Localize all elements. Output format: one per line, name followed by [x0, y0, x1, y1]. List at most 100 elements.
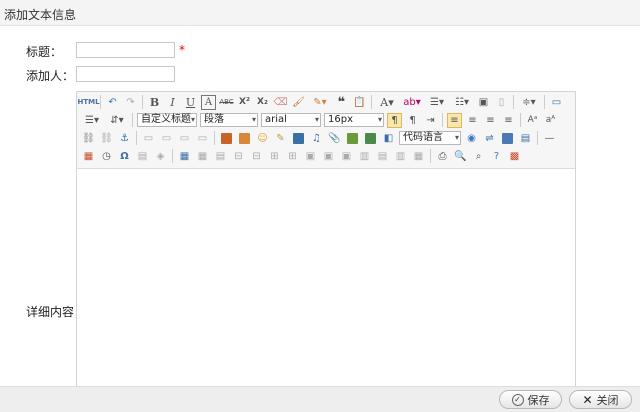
- underline-button[interactable]: U: [183, 95, 198, 110]
- special-chars-button[interactable]: Ω: [117, 149, 132, 164]
- image-icon[interactable]: [219, 131, 234, 146]
- undo-icon[interactable]: ↶: [105, 95, 120, 110]
- code-language-select[interactable]: 代码语言: [399, 131, 461, 145]
- toolbar-separator: [430, 149, 431, 163]
- paste-plain-icon[interactable]: 📋: [352, 95, 367, 110]
- unlink-icon[interactable]: ⛓: [99, 131, 114, 146]
- image-none-icon[interactable]: ▭: [141, 131, 156, 146]
- insert-table-icon[interactable]: ▦: [177, 149, 192, 164]
- multi-image-icon[interactable]: [237, 131, 252, 146]
- row-spacing-top-icon[interactable]: ☰▾: [81, 113, 103, 128]
- paragraph-select[interactable]: 段落: [200, 113, 258, 127]
- italic-button[interactable]: I: [165, 95, 180, 110]
- row-spacing-bottom-icon[interactable]: ⇵▾: [106, 113, 128, 128]
- insert-row-icon[interactable]: ⊟: [231, 149, 246, 164]
- superscript-button[interactable]: X²: [237, 95, 252, 110]
- format-brush-icon[interactable]: 🖌: [291, 95, 306, 110]
- video-icon[interactable]: [291, 131, 306, 146]
- background-icon[interactable]: ▤: [518, 131, 533, 146]
- font-family-select[interactable]: arial: [261, 113, 321, 127]
- strikethrough-button[interactable]: ABC: [219, 95, 234, 110]
- toolbar-row-1: HTML ↶ ↷ B I U A ABC X² X₂ ⌫ 🖌 ✎▾ ❝ 📋 A ▾…: [77, 93, 567, 111]
- preview-icon[interactable]: ▭: [549, 95, 564, 110]
- rich-text-editor: HTML ↶ ↷ B I U A ABC X² X₂ ⌫ 🖌 ✎▾ ❝ 📋 A ▾…: [76, 91, 576, 391]
- scrawl-icon[interactable]: ✎: [273, 131, 288, 146]
- font-border-button[interactable]: A: [201, 94, 216, 110]
- merge-cells-icon[interactable]: ▣: [303, 149, 318, 164]
- date-icon[interactable]: ▦: [81, 149, 96, 164]
- bold-button[interactable]: B: [147, 95, 162, 110]
- delete-col-icon[interactable]: ⊞: [285, 149, 300, 164]
- toolbar-row-3: ⛓ ⛓ ⚓ ▭ ▭ ▭ ▭ ☺ ✎ ♫ 📎 ◧ 代码语言 ◉ ⇌ ▤ —: [81, 129, 560, 147]
- close-button[interactable]: ✕ 关闭: [569, 390, 632, 409]
- toolbar-separator: [520, 113, 521, 127]
- close-button-label: 关闭: [596, 393, 619, 407]
- direction-rtl-icon[interactable]: ¶: [405, 113, 420, 128]
- emotion-icon[interactable]: ☺: [255, 131, 270, 146]
- image-center-icon[interactable]: ▭: [195, 131, 210, 146]
- delete-row-icon[interactable]: ⊟: [249, 149, 264, 164]
- insert-paragraph-before-table-icon[interactable]: ▤: [213, 149, 228, 164]
- font-size-select[interactable]: 16px: [324, 113, 384, 127]
- horizontal-rule-icon[interactable]: —: [542, 131, 557, 146]
- table-props-icon[interactable]: ▦: [411, 149, 426, 164]
- align-justify-icon[interactable]: ≡: [501, 113, 516, 128]
- redo-icon[interactable]: ↷: [123, 95, 138, 110]
- to-uppercase-icon[interactable]: Aᵃ: [525, 113, 540, 128]
- search-replace-icon[interactable]: ⌕: [471, 149, 486, 164]
- anchor-icon[interactable]: ⚓: [117, 131, 132, 146]
- gmap-icon[interactable]: [363, 131, 378, 146]
- to-lowercase-icon[interactable]: aᴬ: [543, 113, 558, 128]
- music-icon[interactable]: ♫: [309, 131, 324, 146]
- link-icon[interactable]: ⛓: [81, 131, 96, 146]
- subscript-button[interactable]: X₂: [255, 95, 270, 110]
- split-cells-icon[interactable]: ▥: [357, 149, 372, 164]
- source-code-button[interactable]: HTML: [77, 95, 99, 110]
- indent-icon[interactable]: ⇥: [423, 113, 438, 128]
- select-all-icon[interactable]: ▣: [476, 95, 491, 110]
- time-icon[interactable]: ◷: [99, 149, 114, 164]
- help-icon[interactable]: ?: [489, 149, 504, 164]
- merge-right-icon[interactable]: ▣: [321, 149, 336, 164]
- font-color-button[interactable]: A ▾: [376, 95, 398, 110]
- custom-title-select[interactable]: 自定义标题: [137, 113, 197, 127]
- drafts-icon[interactable]: ▩: [507, 149, 522, 164]
- blockquote-button[interactable]: ❝: [334, 95, 349, 110]
- delete-table-icon[interactable]: ▦: [195, 149, 210, 164]
- required-mark: *: [179, 43, 185, 57]
- insert-frame-icon[interactable]: ◧: [381, 131, 396, 146]
- author-input[interactable]: [76, 66, 175, 82]
- auto-typeset-icon[interactable]: ✎▾: [309, 95, 331, 110]
- split-cols-icon[interactable]: ▥: [393, 149, 408, 164]
- page-break-icon[interactable]: ⇌: [482, 131, 497, 146]
- image-right-icon[interactable]: ▭: [177, 131, 192, 146]
- highlight-color-icon[interactable]: ab▾: [401, 95, 423, 110]
- unordered-list-icon[interactable]: ☷▾: [451, 95, 473, 110]
- line-height-icon[interactable]: ≑▾: [518, 95, 540, 110]
- toolbar-row-2: ☰▾ ⇵▾ 自定义标题 段落 arial 16px ¶ ¶ ⇥ ≡ ≡ ≡ ≡ …: [81, 111, 561, 129]
- attachment-icon[interactable]: 📎: [327, 131, 342, 146]
- merge-down-icon[interactable]: ▣: [339, 149, 354, 164]
- align-left-icon[interactable]: ≡: [447, 112, 462, 128]
- align-center-icon[interactable]: ≡: [465, 113, 480, 128]
- template-icon[interactable]: [500, 131, 515, 146]
- web-app-icon[interactable]: ◉: [464, 131, 479, 146]
- save-button[interactable]: ✓ 保存: [499, 390, 562, 409]
- image-left-icon[interactable]: ▭: [159, 131, 174, 146]
- insert-col-icon[interactable]: ⊞: [267, 149, 282, 164]
- snapscreen-icon[interactable]: ◈: [153, 149, 168, 164]
- preview-zoom-icon[interactable]: 🔍: [453, 149, 468, 164]
- direction-ltr-icon[interactable]: ¶: [387, 112, 402, 128]
- split-rows-icon[interactable]: ▤: [375, 149, 390, 164]
- align-right-icon[interactable]: ≡: [483, 113, 498, 128]
- editor-content-area[interactable]: [77, 169, 575, 390]
- eraser-icon[interactable]: ⌫: [273, 95, 288, 110]
- title-input[interactable]: [76, 42, 175, 58]
- editor-toolbar: HTML ↶ ↷ B I U A ABC X² X₂ ⌫ 🖌 ✎▾ ❝ 📋 A ▾…: [77, 92, 575, 169]
- print-icon[interactable]: ⎙: [435, 149, 450, 164]
- map-icon[interactable]: [345, 131, 360, 146]
- ordered-list-icon[interactable]: ☰▾: [426, 95, 448, 110]
- dialog-footer: ✓ 保存 ✕ 关闭: [0, 386, 640, 412]
- clear-doc-icon[interactable]: ▯: [494, 95, 509, 110]
- wordimage-icon[interactable]: ▤: [135, 149, 150, 164]
